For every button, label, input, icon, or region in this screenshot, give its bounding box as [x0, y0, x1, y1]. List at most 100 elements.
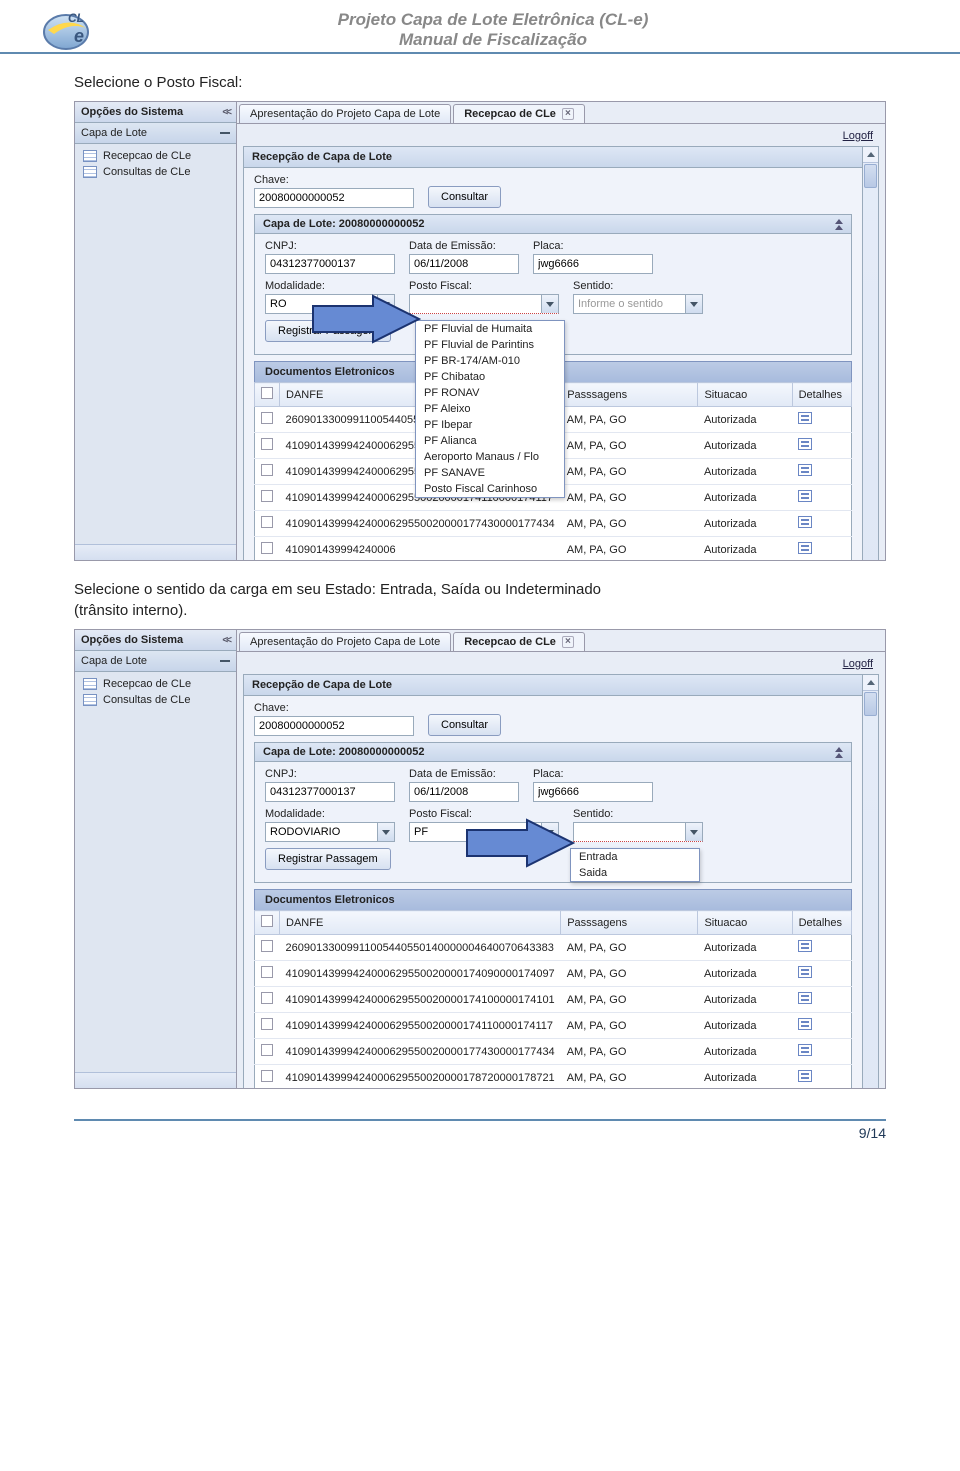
col-danfe[interactable]: DANFE [280, 911, 561, 935]
row-checkbox[interactable] [261, 516, 273, 528]
modalidade-input[interactable] [265, 294, 395, 314]
sidebar-item-recepcao[interactable]: Recepcao de CLe [75, 148, 236, 164]
dropdown-option[interactable]: PF SANAVE [416, 465, 564, 481]
scroll-up-icon[interactable] [863, 147, 878, 163]
sidebar-section-header[interactable]: Capa de Lote [75, 123, 236, 144]
dropdown-option[interactable]: PF Ibepar [416, 417, 564, 433]
dropdown-option[interactable]: PF RONAV [416, 385, 564, 401]
tab-recepcao[interactable]: Recepcao de CLe × [453, 104, 585, 123]
details-icon[interactable] [798, 966, 812, 978]
close-icon[interactable]: × [562, 636, 574, 648]
collapse-icon[interactable]: << [222, 107, 230, 118]
posto-input[interactable] [409, 294, 559, 314]
col-det[interactable]: Detalhes [792, 911, 851, 935]
dropdown-option[interactable]: Posto Fiscal Carinhoso [416, 481, 564, 497]
tab-recepcao[interactable]: Recepcao de CLe× [453, 632, 585, 651]
scrollbar-thumb[interactable] [864, 164, 877, 188]
row-checkbox[interactable] [261, 490, 273, 502]
details-icon[interactable] [798, 438, 812, 450]
row-checkbox[interactable] [261, 438, 273, 450]
row-checkbox[interactable] [261, 1070, 273, 1082]
chevron-down-icon[interactable] [685, 823, 702, 841]
checkbox-all[interactable] [261, 915, 273, 927]
dropdown-option[interactable]: PF Chibatao [416, 369, 564, 385]
row-checkbox[interactable] [261, 940, 273, 952]
sidebar-item-consultas[interactable]: Consultas de CLe [75, 164, 236, 180]
col-sit[interactable]: Situacao [698, 383, 792, 407]
posto-dropdown[interactable]: PF Fluvial de HumaitaPF Fluvial de Parin… [415, 320, 565, 498]
collapse-up-icon[interactable] [835, 747, 843, 758]
chevron-down-icon[interactable] [377, 295, 394, 313]
placa-input[interactable] [533, 782, 653, 802]
sidebar-item-consultas[interactable]: Consultas de CLe [75, 692, 236, 708]
col-pass[interactable]: Passsagens [561, 383, 698, 407]
cnpj-input[interactable] [265, 254, 395, 274]
tab-apresentacao[interactable]: Apresentação do Projeto Capa de Lote [239, 104, 451, 123]
consultar-button[interactable]: Consultar [428, 714, 501, 736]
dropdown-option[interactable]: PF Aleixo [416, 401, 564, 417]
details-icon[interactable] [798, 412, 812, 424]
dropdown-option[interactable]: PF Alianca [416, 433, 564, 449]
sentido-dropdown[interactable]: EntradaSaida [570, 848, 700, 882]
dropdown-option[interactable]: PF Fluvial de Parintins [416, 337, 564, 353]
details-icon[interactable] [798, 1044, 812, 1056]
details-icon[interactable] [798, 940, 812, 952]
scroll-up-icon[interactable] [863, 675, 878, 691]
chevron-down-icon[interactable] [377, 823, 394, 841]
scrollbar-thumb[interactable] [864, 692, 877, 716]
dropdown-option[interactable]: PF BR-174/AM-010 [416, 353, 564, 369]
sentido-input[interactable] [573, 822, 703, 842]
placa-input[interactable] [533, 254, 653, 274]
sidebar-item-label: Recepcao de CLe [103, 150, 191, 162]
details-icon[interactable] [798, 490, 812, 502]
chevron-down-icon[interactable] [541, 295, 558, 313]
sidebar-item-label: Consultas de CLe [103, 166, 190, 178]
details-icon[interactable] [798, 1018, 812, 1030]
vertical-scrollbar[interactable] [863, 146, 879, 561]
posto-input[interactable] [409, 822, 559, 842]
logoff-link[interactable]: Logoff [843, 658, 873, 670]
registrar-button[interactable]: Registrar Passagem [265, 848, 391, 870]
row-checkbox[interactable] [261, 1018, 273, 1030]
row-checkbox[interactable] [261, 966, 273, 978]
details-icon[interactable] [798, 464, 812, 476]
col-det[interactable]: Detalhes [792, 383, 851, 407]
chave-input[interactable] [254, 188, 414, 208]
data-input[interactable] [409, 254, 519, 274]
details-icon[interactable] [798, 1070, 812, 1082]
dropdown-option[interactable]: PF Fluvial de Humaita [416, 321, 564, 337]
row-checkbox[interactable] [261, 412, 273, 424]
logoff-link[interactable]: Logoff [843, 130, 873, 142]
checkbox-all[interactable] [261, 387, 273, 399]
row-checkbox[interactable] [261, 542, 273, 554]
dropdown-option[interactable]: Saida [571, 865, 699, 881]
det-cell [792, 961, 851, 987]
chevron-down-icon[interactable] [685, 295, 702, 313]
sidebar-item-recepcao[interactable]: Recepcao de CLe [75, 676, 236, 692]
chave-input[interactable] [254, 716, 414, 736]
consultar-button[interactable]: Consultar [428, 186, 501, 208]
col-pass[interactable]: Passsagens [561, 911, 698, 935]
close-icon[interactable]: × [562, 108, 574, 120]
details-icon[interactable] [798, 992, 812, 1004]
collapse-up-icon[interactable] [835, 219, 843, 230]
vertical-scrollbar[interactable] [863, 674, 879, 1089]
sit-cell: Autorizada [698, 459, 792, 485]
collapse-icon[interactable]: << [222, 635, 230, 646]
col-sit[interactable]: Situacao [698, 911, 792, 935]
row-checkbox[interactable] [261, 1044, 273, 1056]
registrar-button[interactable]: Registrar Passagem [265, 320, 391, 342]
chevron-down-icon[interactable] [541, 823, 558, 841]
details-icon[interactable] [798, 542, 812, 554]
row-checkbox[interactable] [261, 464, 273, 476]
row-checkbox[interactable] [261, 992, 273, 1004]
details-icon[interactable] [798, 516, 812, 528]
tab-apresentacao[interactable]: Apresentação do Projeto Capa de Lote [239, 632, 451, 651]
modalidade-input[interactable] [265, 822, 395, 842]
sidebar-section-header[interactable]: Capa de Lote [75, 651, 236, 672]
dropdown-option[interactable]: Entrada [571, 849, 699, 865]
sentido-input[interactable] [573, 294, 703, 314]
dropdown-option[interactable]: Aeroporto Manaus / Flo [416, 449, 564, 465]
cnpj-input[interactable] [265, 782, 395, 802]
data-input[interactable] [409, 782, 519, 802]
